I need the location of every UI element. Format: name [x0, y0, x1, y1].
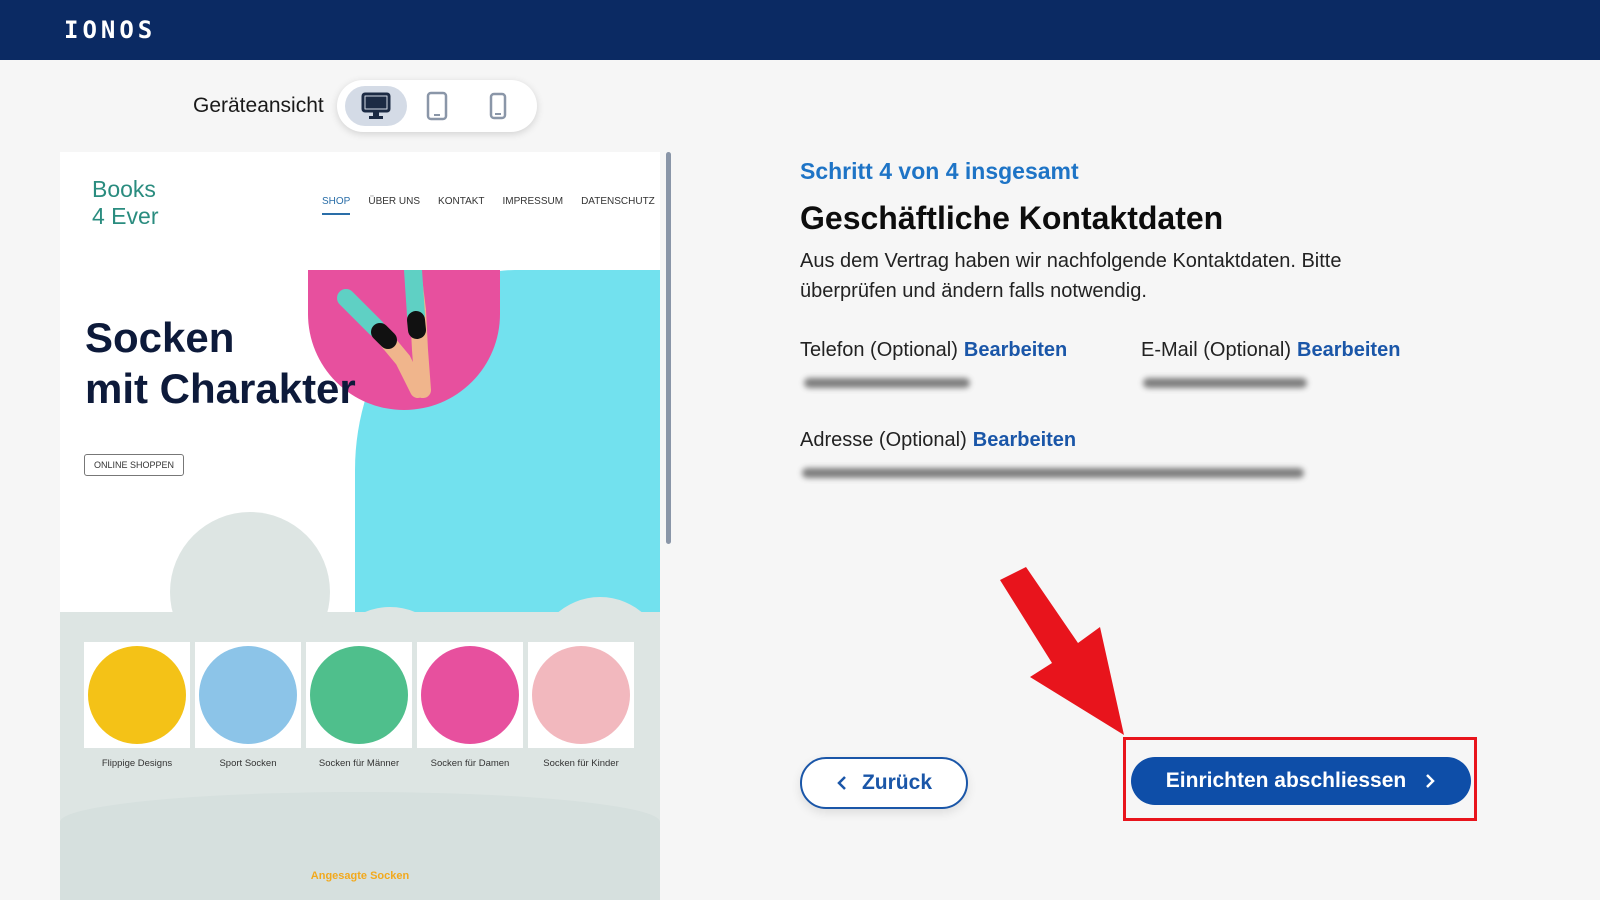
featured-heading: Angesagte Socken: [310, 870, 410, 882]
category-item[interactable]: Socken für Männer: [306, 642, 412, 769]
email-edit-link[interactable]: Bearbeiten: [1297, 339, 1400, 361]
mobile-icon: [489, 92, 507, 120]
website-preview: Books 4 Ever SHOP ÜBER UNS KONTAKT IMPRE…: [60, 152, 660, 900]
back-button-label: Zurück: [861, 771, 932, 794]
address-label: Adresse (Optional): [800, 429, 967, 451]
site-nav-datenschutz[interactable]: DATENSCHUTZ: [581, 196, 655, 215]
category-label: Flippige Designs: [101, 758, 173, 769]
address-value-redacted: [802, 468, 1304, 478]
category-image: [310, 646, 408, 744]
site-logo: Books 4 Ever: [92, 176, 159, 229]
phone-edit-link[interactable]: Bearbeiten: [964, 339, 1067, 361]
phone-field: Telefon (Optional) Bearbeiten: [800, 339, 1067, 362]
device-view-switch: [337, 80, 537, 132]
email-label: E-Mail (Optional): [1141, 339, 1292, 361]
phone-value-redacted: [804, 378, 970, 388]
top-bar: IONOS: [0, 0, 1600, 60]
device-tablet-button[interactable]: [406, 86, 468, 126]
back-button[interactable]: Zurück: [800, 757, 968, 809]
category-image: [532, 646, 630, 744]
category-item[interactable]: Socken für Damen: [417, 642, 523, 769]
chevron-left-icon: [837, 776, 846, 790]
email-field: E-Mail (Optional) Bearbeiten: [1141, 339, 1400, 362]
category-item[interactable]: Socken für Kinder: [528, 642, 634, 769]
device-mobile-button[interactable]: [467, 86, 529, 126]
desktop-icon: [361, 92, 391, 119]
category-item[interactable]: Sport Socken: [195, 642, 301, 769]
tablet-icon: [426, 91, 448, 121]
category-list: Flippige Designs Sport Socken Socken für…: [84, 642, 634, 769]
site-nav-kontakt[interactable]: KONTAKT: [438, 196, 484, 215]
site-nav-impressum[interactable]: IMPRESSUM: [503, 196, 564, 215]
category-item[interactable]: Flippige Designs: [84, 642, 190, 769]
ionos-logo[interactable]: IONOS: [64, 16, 156, 44]
email-value-redacted: [1143, 378, 1307, 388]
red-arrow-annotation: [1000, 567, 1124, 735]
page-description: Aus dem Vertrag haben wir nachfolgende K…: [800, 250, 1342, 302]
online-shoppen-button[interactable]: ONLINE SHOPPEN: [84, 454, 184, 476]
device-desktop-button[interactable]: [345, 86, 407, 126]
address-field: Adresse (Optional) Bearbeiten: [800, 429, 1076, 452]
page-title: Geschäftliche Kontaktdaten: [800, 200, 1224, 236]
category-label: Sport Socken: [219, 758, 277, 769]
address-edit-link[interactable]: Bearbeiten: [973, 429, 1076, 451]
site-nav-shop[interactable]: SHOP: [322, 196, 351, 215]
category-image: [421, 646, 519, 744]
category-label: Socken für Männer: [318, 758, 400, 769]
step-indicator: Schritt 4 von 4 insgesamt: [800, 158, 1079, 184]
lower-section-wave: [60, 792, 660, 900]
phone-label: Telefon (Optional): [800, 339, 958, 361]
preview-scrollbar[interactable]: [666, 152, 671, 544]
category-label: Socken für Damen: [430, 758, 510, 769]
site-nav-ueber-uns[interactable]: ÜBER UNS: [368, 196, 420, 215]
category-image: [88, 646, 186, 744]
highlight-box-annotation: [1123, 737, 1477, 821]
category-label: Socken für Kinder: [543, 758, 619, 769]
site-nav: SHOP ÜBER UNS KONTAKT IMPRESSUM DATENSCH…: [322, 196, 655, 215]
hero-title: Socken mit Charakter: [85, 314, 356, 412]
device-view-label: Geräteansicht: [193, 94, 324, 117]
category-image: [199, 646, 297, 744]
